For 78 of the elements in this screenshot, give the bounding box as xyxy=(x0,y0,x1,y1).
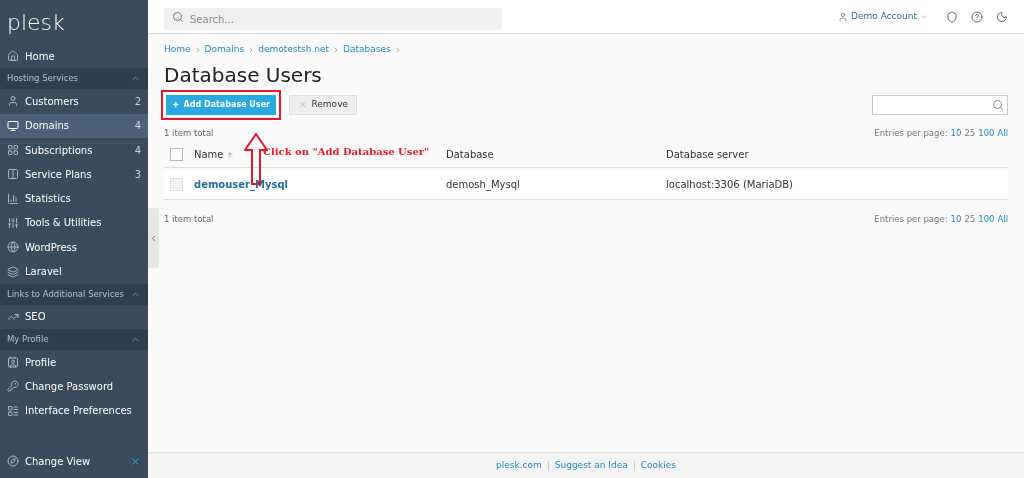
sliders-icon xyxy=(7,216,19,229)
filter-field[interactable] xyxy=(872,94,1008,115)
column-header[interactable]: Name xyxy=(194,147,224,163)
sidebar-item[interactable]: Customers 2 xyxy=(0,89,148,114)
sidebar-item[interactable]: Tools & Utilities xyxy=(0,210,148,236)
grid-icon xyxy=(7,144,19,157)
close-icon[interactable] xyxy=(130,455,141,467)
sidebar-item[interactable]: Home xyxy=(0,44,148,69)
item-count: 1 item total xyxy=(164,213,214,226)
section-header[interactable]: My Profile xyxy=(7,333,49,346)
globe-icon xyxy=(7,241,19,254)
page-size-link[interactable]: 10 xyxy=(950,213,962,226)
select-all-checkbox[interactable] xyxy=(170,148,183,162)
sidebar-item[interactable]: Interface Preferences xyxy=(0,398,148,423)
home-icon xyxy=(7,50,19,63)
count: 2 xyxy=(134,94,141,109)
breadcrumb-link[interactable]: demotestsh.net xyxy=(258,43,330,57)
sidebar-item[interactable]: Profile xyxy=(0,349,148,375)
footer-link[interactable]: Cookies xyxy=(640,458,676,473)
page-size-link[interactable]: All xyxy=(997,126,1008,140)
count: 4 xyxy=(134,143,141,158)
key-icon xyxy=(7,380,19,393)
sidebar-item[interactable]: Statistics xyxy=(0,186,148,211)
account-menu[interactable]: Demo Account xyxy=(838,9,928,24)
sidebar-item[interactable]: Service Plans 3 xyxy=(0,162,148,187)
table-row[interactable]: demouser_Mysql demosh_Mysql localhost:3306 (MariaDB) xyxy=(164,170,1008,201)
item-count: 1 item total xyxy=(164,126,214,140)
columns-icon xyxy=(7,168,19,181)
sidebar-item[interactable]: WordPress xyxy=(0,235,148,260)
footer-link[interactable]: plesk.com xyxy=(496,458,542,473)
footer-link[interactable]: Suggest an Idea xyxy=(554,458,628,473)
user-icon xyxy=(838,11,849,22)
moon-icon[interactable] xyxy=(996,10,1008,23)
page-size-link[interactable]: 25 xyxy=(964,126,976,140)
row-checkbox[interactable] xyxy=(170,178,183,192)
breadcrumb-link[interactable]: Domains xyxy=(204,43,245,57)
column-header[interactable]: Database xyxy=(446,147,666,163)
contact-icon xyxy=(7,356,19,369)
monitor-icon xyxy=(7,119,19,132)
page-title: Database Users xyxy=(164,61,323,89)
search-icon xyxy=(172,10,184,23)
page-size-link[interactable]: 10 xyxy=(950,126,962,140)
entries-label: Entries per page: xyxy=(874,213,948,226)
breadcrumb-link[interactable]: Home xyxy=(164,43,191,57)
help-icon[interactable] xyxy=(971,10,983,23)
chevron-left-icon xyxy=(149,233,158,243)
logo: plesk xyxy=(7,8,65,37)
sidebar-item[interactable]: Change Password xyxy=(0,374,148,399)
search-field[interactable]: Search... xyxy=(164,8,502,30)
user-name-link[interactable]: demouser_Mysql xyxy=(194,177,446,193)
page-size-link[interactable]: 100 xyxy=(978,213,995,226)
plus-icon xyxy=(172,99,180,110)
bar-chart-icon xyxy=(7,192,19,205)
count: 4 xyxy=(134,119,141,134)
count: 3 xyxy=(134,167,141,182)
table-cell-text: demosh_Mysql xyxy=(446,178,521,193)
remove-button[interactable]: Remove xyxy=(289,94,357,115)
page-size-link[interactable]: 100 xyxy=(978,126,995,140)
shield-icon[interactable] xyxy=(946,10,958,23)
compass-icon xyxy=(7,455,19,467)
page-size-link[interactable]: 25 xyxy=(964,213,976,226)
user-icon xyxy=(7,95,19,108)
page-size-link[interactable]: All xyxy=(997,213,1008,226)
change-view-item[interactable]: Change View xyxy=(0,446,148,476)
sort-icon xyxy=(225,150,234,159)
table-cell-text: localhost:3306 (MariaDB) xyxy=(666,178,794,193)
layers-icon xyxy=(7,265,19,278)
sidebar-item[interactable]: SEO xyxy=(0,304,148,329)
cross-icon xyxy=(298,99,308,110)
account-name: Demo Account xyxy=(851,9,917,23)
column-header[interactable]: Database server xyxy=(666,147,749,163)
entries-label: Entries per page: xyxy=(874,126,948,140)
sidebar-item[interactable]: Subscriptions 4 xyxy=(0,137,148,163)
sidebar-item[interactable]: Domains 4 xyxy=(0,113,148,138)
list-icon xyxy=(7,404,19,417)
breadcrumb-link[interactable]: Databases xyxy=(343,43,391,57)
sidebar-item[interactable]: Laravel xyxy=(0,259,148,284)
search-icon xyxy=(992,98,1004,111)
